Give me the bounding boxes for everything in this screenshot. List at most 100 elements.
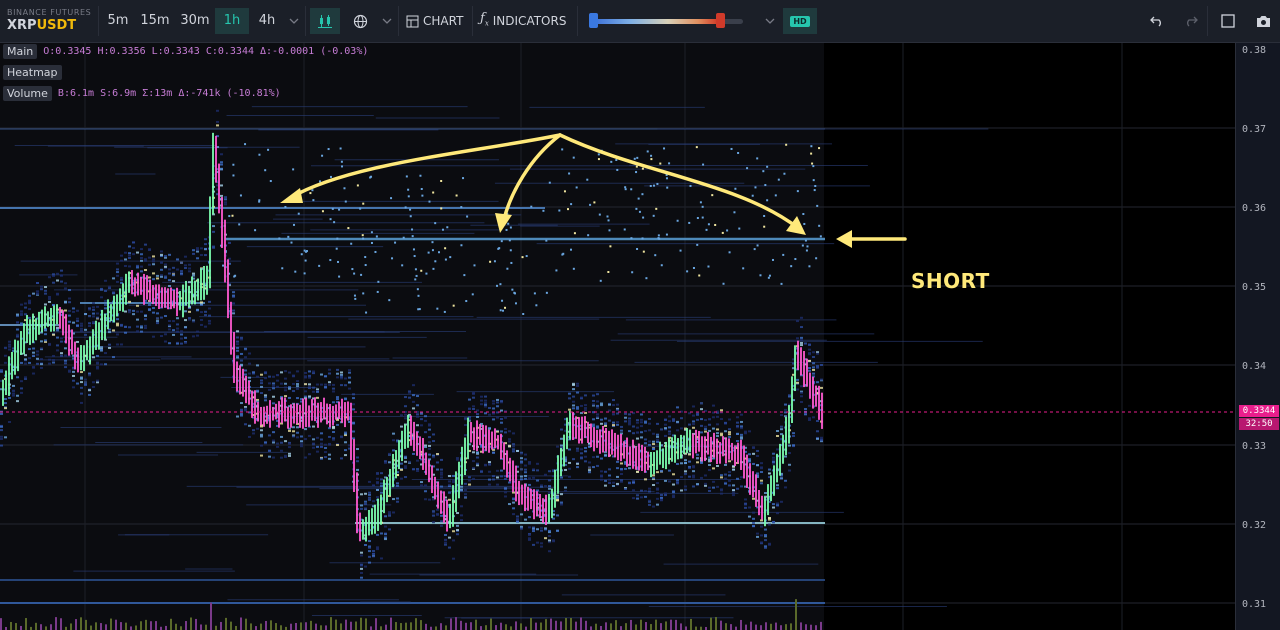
heatmap-cell xyxy=(192,274,195,277)
heatmap-cell xyxy=(740,436,743,439)
heatmap-cell xyxy=(648,417,651,420)
heatmap-cell xyxy=(388,461,391,464)
trade-dot xyxy=(311,189,314,192)
legend-volume-tag[interactable]: Volume xyxy=(3,86,52,101)
heatmap-cell xyxy=(104,289,107,292)
timeframe-15m[interactable]: 15m xyxy=(138,8,172,34)
heatmap-cell xyxy=(252,432,255,435)
heatmap-cell xyxy=(80,377,83,380)
heatmap-cell xyxy=(692,414,695,417)
trade-dot xyxy=(340,160,343,163)
timeframe-dropdown-chevron-icon[interactable] xyxy=(287,12,301,30)
trade-dot xyxy=(231,214,234,217)
heatmap-cell xyxy=(644,490,647,493)
heatmap-cell xyxy=(368,491,371,494)
heatmap-cell xyxy=(764,539,767,542)
redo-icon[interactable] xyxy=(1177,8,1205,34)
volume-bar xyxy=(315,623,317,630)
heatmap-cell xyxy=(24,302,27,305)
camera-icon[interactable] xyxy=(1249,8,1277,34)
heatmap-cell xyxy=(180,272,183,275)
slider-dropdown-chevron-icon[interactable] xyxy=(763,12,777,30)
hd-toggle-button[interactable]: HD xyxy=(783,8,817,34)
chart-settings-button[interactable]: CHART xyxy=(406,8,463,34)
heatmap-cell xyxy=(800,400,803,403)
heatmap-chart[interactable]: Main O:0.3345 H:0.3356 L:0.3343 C:0.3344… xyxy=(0,43,1235,630)
heatmap-cell xyxy=(480,403,483,406)
heatmap-cell xyxy=(500,400,503,403)
heatmap-cell xyxy=(20,322,23,325)
price-tick: 0.36 xyxy=(1242,203,1267,214)
heatmap-cell xyxy=(124,258,127,261)
heatmap-cell xyxy=(496,401,499,404)
heatmap-cell xyxy=(368,498,371,501)
current-price-tag: 0.3344 xyxy=(1239,405,1279,417)
legend-heatmap-tag[interactable]: Heatmap xyxy=(3,65,62,80)
trade-dot xyxy=(336,260,339,263)
symbol-selector[interactable]: BINANCE FUTURES XRPUSDT xyxy=(7,8,91,33)
heatmap-cell xyxy=(760,541,763,544)
indicators-button[interactable]: ƒx INDICATORS xyxy=(480,8,566,34)
globe-dropdown-chevron-icon[interactable] xyxy=(380,12,394,30)
heatmap-cell xyxy=(416,469,419,472)
heatmap-cell xyxy=(504,477,507,480)
heatmap-cell xyxy=(628,482,631,485)
timeframe-4h[interactable]: 4h xyxy=(253,8,281,34)
heatmap-cell xyxy=(700,461,703,464)
candles-icon[interactable] xyxy=(310,8,340,34)
timeframe-5m[interactable]: 5m xyxy=(104,8,132,34)
heatmap-cell xyxy=(452,557,455,560)
heatmap-cell xyxy=(728,436,731,439)
price-axis[interactable]: 0.38 0.37 0.36 0.35 0.34 0.33 0.32 0.31 … xyxy=(1235,43,1280,630)
volume-bar xyxy=(370,626,372,630)
trade-dot xyxy=(808,265,811,268)
heatmap-cell xyxy=(400,468,403,471)
heatmap-cell xyxy=(728,418,731,421)
heatmap-cell xyxy=(12,394,15,397)
trade-dot xyxy=(501,299,504,302)
heatmap-cell xyxy=(424,415,427,418)
divider xyxy=(1207,6,1208,36)
trade-dot xyxy=(646,150,649,153)
heatmap-cell xyxy=(744,502,747,505)
heatmap-cell xyxy=(768,472,771,475)
heatmap-cell xyxy=(760,467,763,470)
legend-main-tag[interactable]: Main xyxy=(3,44,38,59)
heatmap-cell xyxy=(188,270,191,273)
heatmap-cell xyxy=(732,489,735,492)
volume-bar xyxy=(170,618,172,630)
heatmap-cell xyxy=(672,496,675,499)
trade-dot xyxy=(630,237,633,240)
heatmap-cell xyxy=(356,456,359,459)
volume-bar xyxy=(140,621,142,630)
heatmap-cell xyxy=(68,309,71,312)
trade-dot xyxy=(500,240,503,243)
heatmap-cell xyxy=(260,379,263,382)
volume-bar xyxy=(60,618,62,630)
trade-dot xyxy=(441,228,444,231)
heatmap-cell xyxy=(296,380,299,383)
timeframe-30m[interactable]: 30m xyxy=(177,8,213,34)
heatmap-cell xyxy=(72,321,75,324)
heatmap-cell xyxy=(168,324,171,327)
heatmap-cell xyxy=(624,416,627,419)
trade-dot xyxy=(762,170,765,173)
heatmap-cell xyxy=(116,271,119,274)
slider-low-handle[interactable] xyxy=(589,13,598,28)
trade-dot xyxy=(742,267,745,270)
fullscreen-icon[interactable] xyxy=(1214,8,1242,34)
heatmap-cell xyxy=(724,430,727,433)
heatmap-cell xyxy=(592,418,595,421)
volume-bar xyxy=(470,622,472,630)
globe-icon[interactable] xyxy=(346,8,374,34)
trade-dot xyxy=(505,228,508,231)
heatmap-cell xyxy=(260,444,263,447)
heatmap-cell xyxy=(720,489,723,492)
timeframe-1h[interactable]: 1h xyxy=(215,8,249,34)
heatmap-cell xyxy=(760,462,763,465)
undo-icon[interactable] xyxy=(1143,8,1171,34)
heatmap-cell xyxy=(668,433,671,436)
slider-high-handle[interactable] xyxy=(716,13,725,28)
trade-dot xyxy=(726,229,729,232)
heatmap-cell xyxy=(16,333,19,336)
